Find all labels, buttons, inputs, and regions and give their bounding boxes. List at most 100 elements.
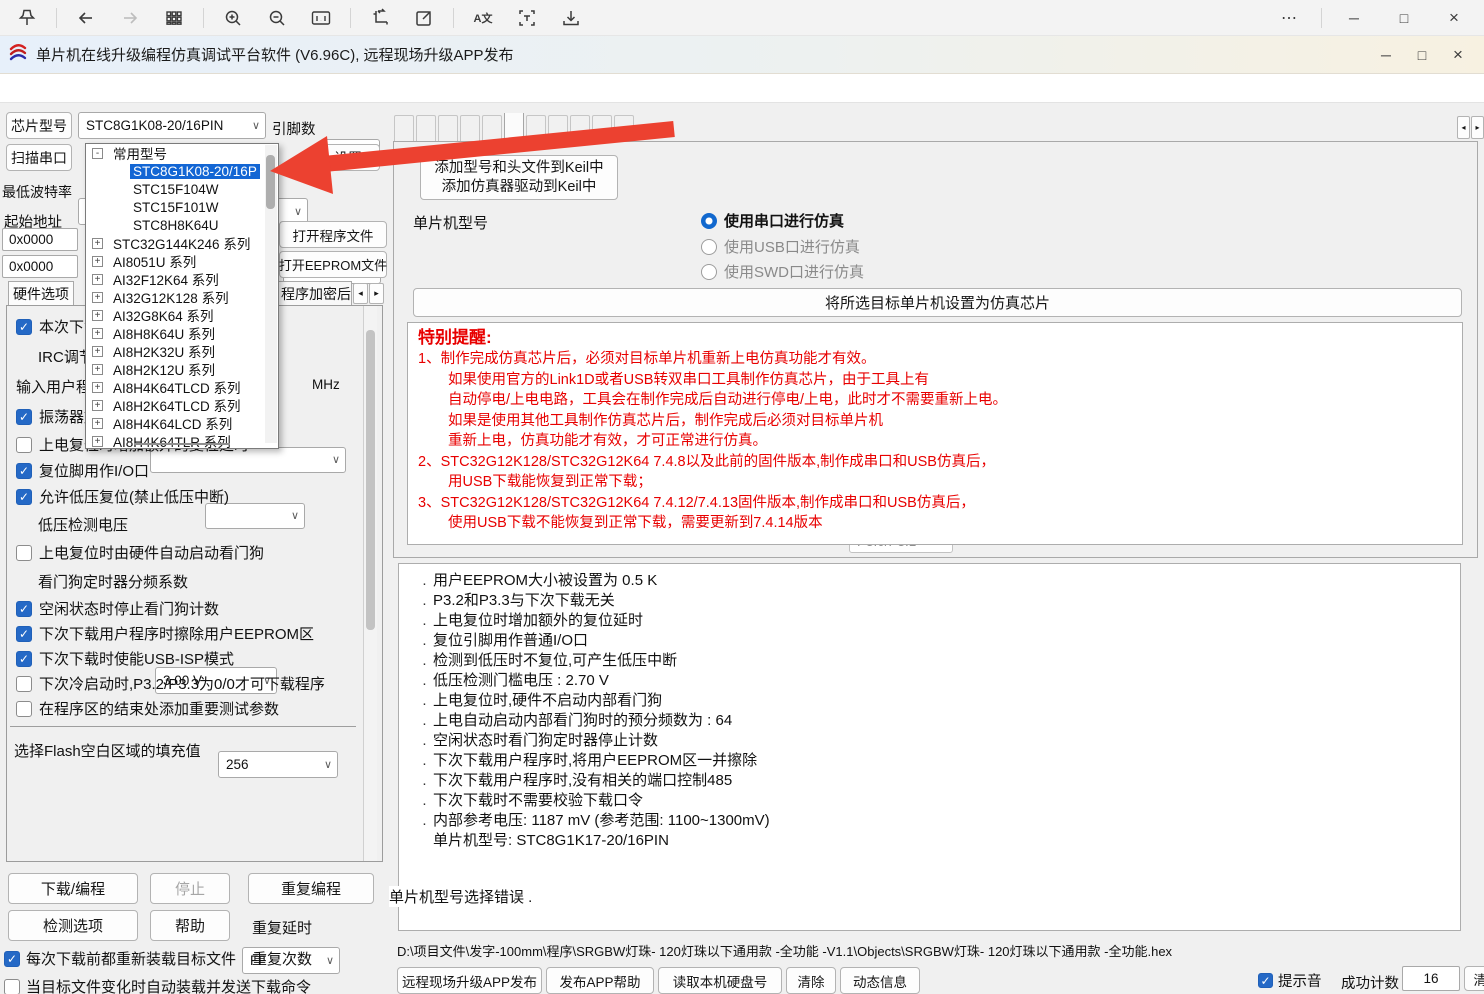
checkbox[interactable]: ✓: [16, 463, 32, 479]
tab[interactable]: [526, 115, 546, 142]
tree-expander-icon[interactable]: +: [92, 364, 103, 375]
tree-expander-icon[interactable]: +: [92, 418, 103, 429]
chip-tree-item[interactable]: STC8G1K08-20/16P: [86, 162, 278, 180]
dynamic-info-button[interactable]: 动态信息: [840, 967, 920, 994]
checkbox[interactable]: ✓: [16, 319, 32, 335]
viewer-close-button[interactable]: ×: [1436, 5, 1472, 31]
chip-tree-item[interactable]: + AI8H2K64TLCD 系列: [86, 396, 278, 414]
actual-size-icon[interactable]: [306, 5, 336, 31]
popup-scrollbar[interactable]: [265, 145, 277, 443]
download-program-button[interactable]: 下载/编程: [8, 873, 138, 904]
chip-model-combobox[interactable]: STC8G1K08-20/16PIN∨: [78, 112, 266, 139]
help-button[interactable]: 帮助: [150, 910, 230, 941]
publish-app-help-button[interactable]: 发布APP帮助: [546, 967, 654, 994]
app-minimize-button[interactable]: ─: [1368, 42, 1404, 68]
tree-expander-icon[interactable]: +: [92, 256, 103, 267]
tab[interactable]: [394, 115, 414, 142]
program-start-address-input[interactable]: 0x0000: [2, 228, 78, 251]
forward-icon[interactable]: [115, 5, 145, 31]
tab[interactable]: [460, 115, 480, 142]
checkbox[interactable]: ✓: [16, 601, 32, 617]
tree-expander-icon[interactable]: +: [92, 292, 103, 303]
chip-tree-item[interactable]: + AI32G8K64 系列: [86, 306, 278, 324]
radio-row-serial-emulation[interactable]: 使用串口进行仿真: [701, 210, 844, 231]
app-maximize-button[interactable]: □: [1404, 42, 1440, 68]
check-options-button[interactable]: 检测选项: [8, 910, 138, 941]
back-icon[interactable]: [71, 5, 101, 31]
tab[interactable]: [570, 115, 590, 142]
zoom-out-icon[interactable]: [262, 5, 292, 31]
option-row[interactable]: 上电复位时由硬件自动启动看门狗: [16, 542, 264, 563]
overflow-menu-icon[interactable]: ⋯: [1271, 5, 1307, 31]
crop-icon[interactable]: [365, 5, 395, 31]
chip-tree-item[interactable]: + STC32G144K246 系列: [86, 234, 278, 252]
tab[interactable]: [438, 115, 458, 142]
chip-tree-item[interactable]: + AI8H2K32U 系列: [86, 342, 278, 360]
chip-tree-item[interactable]: + AI8H2K12U 系列: [86, 360, 278, 378]
scrollbar-thumb[interactable]: [366, 330, 375, 630]
watchdog-prescaler-combobox[interactable]: 256∨: [218, 751, 338, 778]
pin-icon[interactable]: [12, 5, 42, 31]
success-count-input[interactable]: 16: [1402, 966, 1460, 991]
remote-upgrade-publish-button[interactable]: 远程现场升级APP发布: [397, 967, 542, 994]
tree-expander-icon[interactable]: +: [92, 328, 103, 339]
open-program-file-button[interactable]: 打开程序文件: [279, 221, 387, 248]
option-row[interactable]: ✓ 下次下载用户程序时擦除用户EEPROM区: [16, 623, 314, 644]
chip-tree-item[interactable]: STC8H8K64U: [86, 216, 278, 234]
ocr-icon[interactable]: [512, 5, 542, 31]
tab[interactable]: [504, 113, 524, 142]
chip-tree-item[interactable]: + AI8051U 系列: [86, 252, 278, 270]
tree-expander-icon[interactable]: +: [92, 436, 103, 447]
option-row[interactable]: 下次冷启动时,P3.2/P3.3为0/0才可下载程序: [16, 673, 325, 694]
clear-button[interactable]: 清除: [786, 967, 836, 994]
option-row[interactable]: ✓ 每次下载前都重新装载目标文件: [4, 948, 236, 969]
tab[interactable]: [548, 115, 568, 142]
checkbox[interactable]: ✓: [16, 651, 32, 667]
tab[interactable]: [614, 115, 634, 142]
add-to-keil-button[interactable]: 添加型号和头文件到Keil中 添加仿真器驱动到Keil中: [420, 155, 618, 200]
chip-tree-item[interactable]: + AI8H4K64LCD 系列: [86, 414, 278, 432]
radio-row-swd-emulation[interactable]: 使用SWD口进行仿真: [701, 261, 864, 282]
checkbox[interactable]: [16, 676, 32, 692]
set-target-as-emulation-chip-button[interactable]: 将所选目标单片机设置为仿真芯片: [413, 288, 1462, 317]
clear-count-button[interactable]: 清零: [1464, 966, 1484, 991]
tree-expander-icon[interactable]: -: [92, 148, 103, 159]
option-row[interactable]: ✓ 允许低压复位(禁止低压中断): [16, 486, 229, 507]
tree-expander-icon[interactable]: +: [92, 346, 103, 357]
chip-tree-item[interactable]: + AI8H4K64TLR 系列: [86, 432, 278, 449]
beep-option-row[interactable]: ✓ 提示音: [1258, 970, 1322, 991]
checkbox[interactable]: [16, 437, 32, 453]
chip-tree-item[interactable]: + AI8H4K64TLCD 系列: [86, 378, 278, 396]
thumbnail-grid-icon[interactable]: [159, 5, 189, 31]
eeprom-start-address-input[interactable]: 0x0000: [2, 255, 78, 278]
chip-tree-item[interactable]: STC15F101W: [86, 198, 278, 216]
annotate-icon[interactable]: [409, 5, 439, 31]
checkbox[interactable]: [16, 701, 32, 717]
option-row[interactable]: 在程序区的结束处添加重要测试参数: [16, 698, 279, 719]
radio-button[interactable]: [701, 213, 717, 229]
main-tab-scroll-left-button[interactable]: ◂: [1457, 116, 1470, 139]
checkbox[interactable]: ✓: [1258, 973, 1273, 988]
popup-resize-grip[interactable]: [134, 443, 230, 445]
app-close-button[interactable]: ×: [1440, 42, 1476, 68]
tab[interactable]: [482, 115, 502, 142]
zoom-in-icon[interactable]: [218, 5, 248, 31]
chip-tree-item[interactable]: + AI32F12K64 系列: [86, 270, 278, 288]
option-row[interactable]: ✓ 复位脚用作I/O口: [16, 460, 149, 481]
translate-icon[interactable]: A文: [468, 5, 498, 31]
chip-tree-item[interactable]: - 常用型号: [86, 144, 278, 162]
left-tab-scroll-right-button[interactable]: ▸: [369, 283, 384, 304]
hardware-options-scrollbar[interactable]: [363, 306, 377, 861]
tree-expander-icon[interactable]: +: [92, 400, 103, 411]
port-settings-button[interactable]: 设置: [316, 144, 380, 171]
tab[interactable]: [592, 115, 612, 142]
option-row[interactable]: 当目标文件变化时自动装载并发送下载命令: [4, 976, 311, 994]
open-eeprom-file-button[interactable]: 打开EEPROM文件: [279, 251, 387, 278]
stop-button[interactable]: 停止: [150, 873, 230, 904]
checkbox[interactable]: [4, 979, 20, 994]
checkbox[interactable]: [16, 545, 32, 561]
viewer-maximize-button[interactable]: □: [1386, 5, 1422, 31]
tree-expander-icon[interactable]: +: [92, 274, 103, 285]
checkbox[interactable]: ✓: [16, 626, 32, 642]
checkbox[interactable]: ✓: [16, 489, 32, 505]
